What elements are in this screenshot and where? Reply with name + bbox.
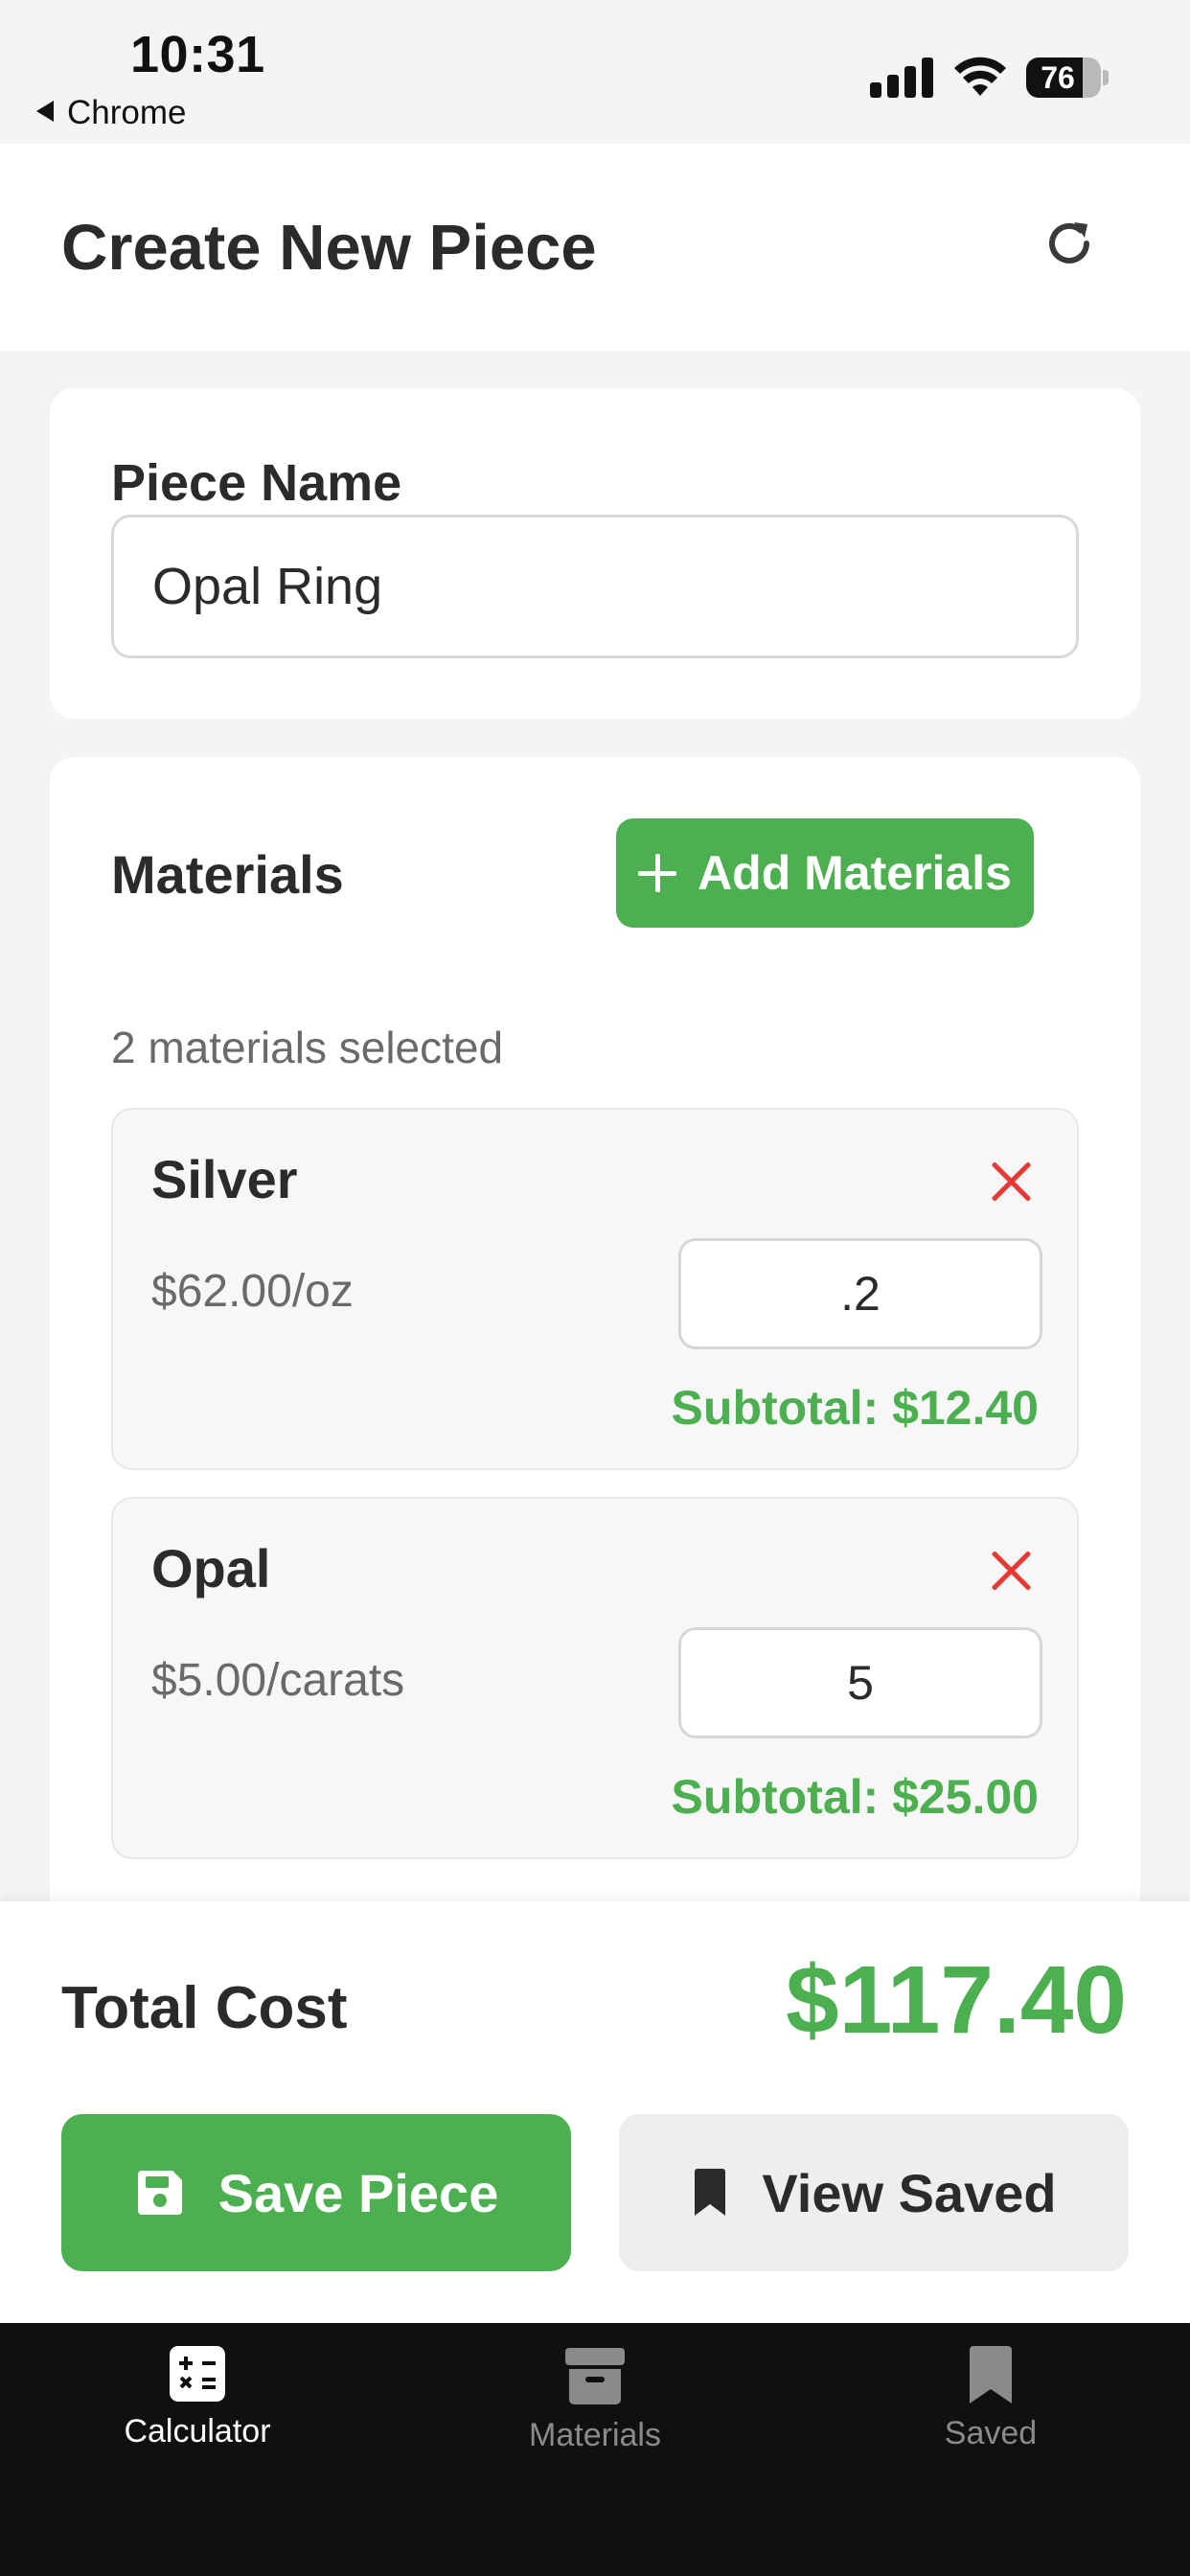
cost-footer: Total Cost $117.40 Save Piece View Saved — [0, 1901, 1190, 2323]
view-saved-label: View Saved — [762, 2162, 1057, 2223]
status-time: 10:31 — [130, 26, 265, 83]
tab-saved[interactable]: Saved — [847, 2344, 1134, 2478]
piece-name-label: Piece Name — [111, 454, 402, 512]
back-to-app-link[interactable]: Chrome — [36, 94, 186, 132]
page-header: Create New Piece — [0, 144, 1190, 351]
material-item: Opal $5.00/carats Subtotal: $25.00 — [111, 1497, 1079, 1859]
material-subtotal: Subtotal: $25.00 — [671, 1770, 1039, 1824]
archive-box-icon — [565, 2348, 625, 2404]
wifi-icon — [954, 57, 1006, 96]
tab-calculator-label: Calculator — [124, 2413, 271, 2450]
calculator-icon — [170, 2346, 225, 2402]
material-quantity-input[interactable] — [678, 1627, 1042, 1738]
status-bar: 10:31 Chrome 76 — [0, 0, 1190, 144]
material-unit-price: $5.00/carats — [151, 1655, 405, 1706]
tab-bar: Calculator Materials Saved — [0, 2323, 1190, 2576]
page-title: Create New Piece — [61, 212, 597, 284]
material-subtotal: Subtotal: $12.40 — [671, 1381, 1039, 1435]
total-cost-value: $117.40 — [786, 1946, 1127, 2054]
battery-icon: 76 — [1026, 58, 1109, 98]
remove-material-icon[interactable] — [989, 1160, 1033, 1204]
refresh-icon[interactable] — [1042, 217, 1096, 270]
material-name: Silver — [151, 1149, 298, 1209]
total-cost-label: Total Cost — [61, 1975, 348, 2041]
remove-material-icon[interactable] — [989, 1549, 1033, 1593]
tab-materials-label: Materials — [529, 2417, 661, 2453]
tab-materials[interactable]: Materials — [451, 2344, 739, 2478]
tab-calculator[interactable]: Calculator — [54, 2344, 341, 2478]
floppy-disk-icon — [137, 2171, 182, 2215]
material-item: Silver $62.00/oz Subtotal: $12.40 — [111, 1108, 1079, 1470]
screen: 10:31 Chrome 76 Create New Piece Piece N… — [0, 0, 1190, 2576]
material-unit-price: $62.00/oz — [151, 1266, 354, 1317]
plus-icon — [638, 854, 677, 892]
materials-title: Materials — [111, 844, 344, 905]
add-materials-button[interactable]: Add Materials — [616, 818, 1034, 928]
material-quantity-input[interactable] — [678, 1238, 1042, 1349]
bookmark-icon — [695, 2169, 726, 2216]
add-materials-label: Add Materials — [698, 846, 1012, 900]
cellular-signal-icon — [870, 58, 933, 98]
view-saved-button[interactable]: View Saved — [619, 2114, 1129, 2271]
save-piece-button[interactable]: Save Piece — [61, 2114, 571, 2271]
materials-selected-count: 2 materials selected — [111, 1023, 504, 1072]
piece-name-input[interactable] — [111, 515, 1079, 658]
materials-card: Materials Add Materials 2 materials sele… — [50, 757, 1140, 1965]
bookmark-icon — [970, 2346, 1012, 2404]
battery-percent: 76 — [1041, 60, 1075, 95]
save-piece-label: Save Piece — [217, 2162, 499, 2223]
material-name: Opal — [151, 1538, 271, 1598]
back-app-label: Chrome — [67, 94, 187, 131]
piece-name-card: Piece Name — [50, 388, 1140, 719]
back-arrow-icon — [36, 101, 54, 122]
tab-saved-label: Saved — [944, 2415, 1038, 2451]
